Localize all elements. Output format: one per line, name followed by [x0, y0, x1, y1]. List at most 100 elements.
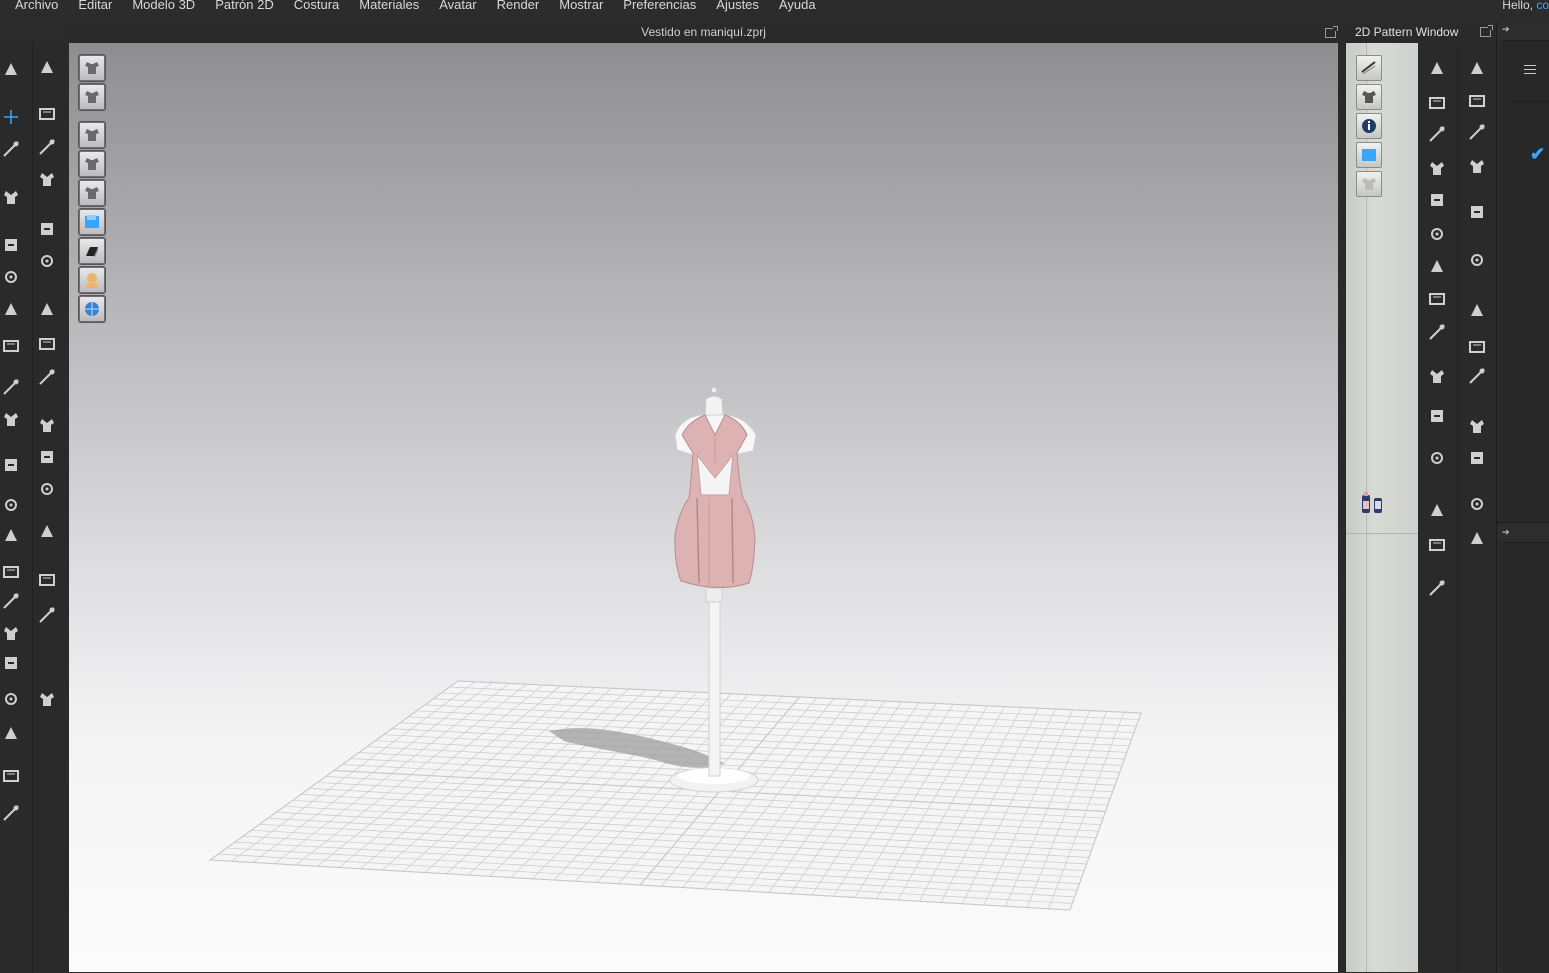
trace-icon[interactable] [1426, 223, 1448, 245]
user-name[interactable]: co [1536, 0, 1549, 12]
arrow-icon[interactable] [36, 688, 58, 710]
rectangle-icon[interactable] [1426, 91, 1448, 113]
avatar-tool-icon[interactable] [1426, 577, 1448, 599]
thickness-icon[interactable] [79, 238, 105, 264]
menu-item-0[interactable]: Archivo [0, 0, 68, 11]
pose-icon[interactable] [0, 622, 22, 644]
layer-icon[interactable] [36, 520, 58, 542]
trim-icon[interactable] [1466, 299, 1488, 321]
curve-point-icon[interactable] [1426, 321, 1448, 343]
garment-view-icon[interactable] [79, 84, 105, 110]
edit-curve-icon[interactable] [1466, 57, 1488, 79]
show-avatar-icon[interactable] [79, 180, 105, 206]
popout-icon[interactable] [1325, 26, 1338, 38]
window-splitter[interactable] [1338, 22, 1346, 972]
segment-sewing-icon[interactable] [0, 298, 22, 320]
texture-brush-icon[interactable] [36, 136, 58, 158]
environment-icon[interactable] [79, 296, 105, 322]
avatar-measure-icon[interactable] [0, 524, 22, 546]
collapse-arrow-icon-2[interactable]: ➔ [1502, 527, 1510, 538]
offset-icon[interactable] [1426, 287, 1448, 309]
user-greeting[interactable]: Hello, co [1502, 0, 1549, 11]
lock-garment-icon[interactable] [1356, 171, 1382, 197]
layer-clone-icon[interactable] [36, 568, 58, 590]
hem-icon[interactable] [1466, 249, 1488, 271]
shaded-view-icon[interactable] [79, 55, 105, 81]
collapse-arrow-icon[interactable]: ➔ [1502, 24, 1510, 35]
internal-polygon-icon[interactable] [1426, 123, 1448, 145]
arrange-point-icon[interactable] [0, 376, 22, 398]
measure-2d-icon[interactable] [1466, 447, 1488, 469]
segment-icon[interactable] [1466, 89, 1488, 111]
menu-item-8[interactable]: Mostrar [549, 0, 613, 11]
brush-icon[interactable] [36, 102, 58, 124]
show-garment-icon[interactable] [79, 122, 105, 148]
graphic-icon[interactable] [36, 298, 58, 320]
ruler-icon[interactable] [1426, 365, 1448, 387]
pattern-grid-icon[interactable] [1466, 527, 1488, 549]
zipper-icon[interactable] [36, 446, 58, 468]
object-list[interactable]: ✔ [1502, 40, 1549, 539]
viewport-3d[interactable] [69, 43, 1338, 972]
avatar-skin-icon[interactable] [79, 267, 105, 293]
fold-arrange-icon[interactable] [36, 604, 58, 626]
edit-texture-icon[interactable] [36, 168, 58, 190]
pin-icon[interactable] [0, 408, 22, 430]
baseline-icon[interactable] [1466, 493, 1488, 515]
tack-icon[interactable] [0, 234, 22, 256]
select-move-icon[interactable] [0, 58, 22, 80]
seam-icon[interactable] [0, 266, 22, 288]
menu-item-10[interactable]: Ajustes [706, 0, 769, 11]
internal-rectangle-icon[interactable] [1426, 157, 1448, 179]
text-icon[interactable] [1426, 447, 1448, 469]
pencil-icon[interactable] [0, 722, 22, 744]
fitting-suit-icon[interactable] [0, 560, 22, 582]
edit-sewing-icon[interactable] [36, 250, 58, 272]
garment-icon[interactable] [0, 802, 22, 824]
texture-view-icon[interactable] [79, 209, 105, 235]
buttonhole-icon[interactable] [36, 414, 58, 436]
menu-item-7[interactable]: Render [487, 0, 550, 11]
show-garment-icon[interactable] [1356, 84, 1382, 110]
avatar-silhouette-icon[interactable] [1360, 491, 1396, 517]
walk-icon[interactable] [36, 56, 58, 78]
menu-item-2[interactable]: Modelo 3D [122, 0, 205, 11]
zipper-2d-icon[interactable] [1466, 365, 1488, 387]
measure-icon[interactable] [0, 494, 22, 516]
check-icon[interactable]: ✔ [1530, 144, 1545, 165]
fold-line-icon[interactable] [1466, 201, 1488, 223]
menu-item-3[interactable]: Patrón 2D [205, 0, 284, 11]
dart-icon[interactable] [1426, 189, 1448, 211]
annotation-icon[interactable] [1426, 405, 1448, 427]
fabric-icon[interactable] [1426, 533, 1448, 555]
transform-pattern-icon[interactable] [0, 106, 22, 128]
info-icon[interactable] [1356, 113, 1382, 139]
pleat-icon[interactable] [0, 454, 22, 476]
pattern-popout-icon[interactable] [1480, 25, 1493, 37]
texture-icon[interactable] [1356, 142, 1382, 168]
menu-item-9[interactable]: Preferencias [613, 0, 706, 11]
mannequin-icon[interactable] [0, 652, 22, 674]
show-pattern-icon[interactable] [79, 151, 105, 177]
free-sewing-icon[interactable] [0, 334, 22, 356]
fold-icon[interactable] [0, 186, 22, 208]
menu-item-11[interactable]: Ayuda [769, 0, 826, 11]
hang-icon[interactable] [0, 590, 22, 612]
edit-pattern-icon[interactable] [0, 138, 22, 160]
notch-icon[interactable] [1426, 255, 1448, 277]
menu-item-1[interactable]: Editar [68, 0, 122, 11]
menu-item-5[interactable]: Materiales [349, 0, 429, 11]
lock-icon[interactable] [36, 478, 58, 500]
pattern-window[interactable] [1346, 43, 1418, 972]
menu-item-6[interactable]: Avatar [429, 0, 486, 11]
free-seam-icon[interactable] [1466, 121, 1488, 143]
menu-item-4[interactable]: Costura [284, 0, 350, 11]
grid-icon[interactable] [1426, 499, 1448, 521]
tape-icon[interactable] [0, 688, 22, 710]
puckering-icon[interactable] [36, 218, 58, 240]
polygon-icon[interactable] [1426, 57, 1448, 79]
shirt-icon[interactable] [0, 764, 22, 786]
elastic-icon[interactable] [1466, 415, 1488, 437]
sewing-check-icon[interactable] [1466, 155, 1488, 177]
button-2d-icon[interactable] [1466, 335, 1488, 357]
